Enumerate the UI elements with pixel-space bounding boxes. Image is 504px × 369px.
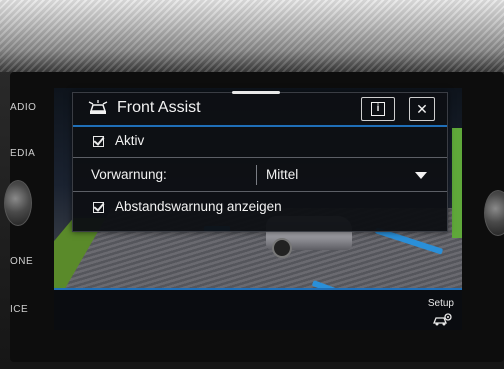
radio-hardkey[interactable]: ADIO xyxy=(10,102,36,113)
info-button[interactable]: i xyxy=(361,97,395,121)
aktiv-checkbox[interactable] xyxy=(93,136,104,147)
front-assist-popup: Front Assist i ✕ Aktiv Vorwarnung: Mitte… xyxy=(72,91,448,232)
volume-knob[interactable] xyxy=(4,180,32,226)
close-button[interactable]: ✕ xyxy=(409,97,435,121)
lane-edge-glow xyxy=(452,128,462,238)
divider xyxy=(256,165,257,185)
popup-header: Front Assist i ✕ xyxy=(73,93,447,127)
car-wheel xyxy=(272,238,292,258)
setup-label[interactable]: Setup xyxy=(428,298,454,309)
aktiv-row[interactable]: Aktiv xyxy=(73,127,447,158)
abstandswarnung-label: Abstandswarnung anzeigen xyxy=(115,199,282,214)
bottom-bar: Setup xyxy=(54,288,462,330)
vorwarnung-row[interactable]: Vorwarnung: Mittel xyxy=(73,159,447,192)
media-hardkey[interactable]: EDIA xyxy=(10,148,35,159)
abstandswarnung-checkbox[interactable] xyxy=(93,202,104,213)
chevron-down-icon[interactable] xyxy=(415,172,427,179)
dashboard-trim xyxy=(0,0,504,72)
tune-knob[interactable] xyxy=(484,190,504,236)
car-gear-icon[interactable] xyxy=(432,312,452,328)
popup-title: Front Assist xyxy=(117,99,201,116)
voice-hardkey[interactable]: ICE xyxy=(10,304,28,315)
aktiv-label: Aktiv xyxy=(115,133,145,148)
front-assist-car-icon xyxy=(88,100,108,114)
vorwarnung-label: Vorwarnung: xyxy=(91,167,167,182)
close-icon: ✕ xyxy=(416,100,428,117)
abstandswarnung-row[interactable]: Abstandswarnung anzeigen xyxy=(73,193,447,223)
vorwarnung-select-value[interactable]: Mittel xyxy=(266,167,298,182)
info-icon: i xyxy=(371,102,385,116)
phone-hardkey[interactable]: ONE xyxy=(10,256,33,267)
